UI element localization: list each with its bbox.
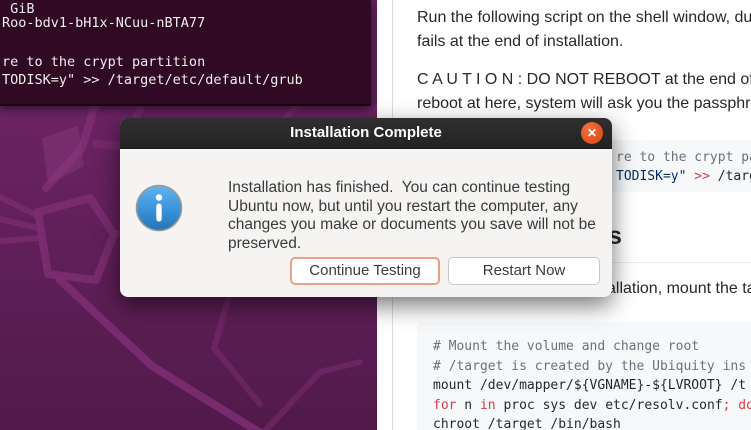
docs-paragraph-caution: C A U T I O N : DO NOT REBOOT at the end… <box>417 68 751 115</box>
dialog-message: Installation has finished. You can conti… <box>228 179 596 253</box>
paragraph-line: Run the following script on the shell wi… <box>417 6 751 30</box>
code-line: for n in proc sys dev etc/resolv.conf; d… <box>433 398 751 413</box>
installation-complete-dialog: Installation Complete ✕ Installation has… <box>120 118 612 297</box>
terminal-line: TODISK=y" >> /target/etc/default/grub <box>2 72 303 88</box>
code-line: chroot /target /bin/bash <box>433 417 621 430</box>
message-line: Installation has finished. You can conti… <box>228 179 596 198</box>
docs-paragraph-1: Run the following script on the shell wi… <box>417 6 751 53</box>
screen: GiB Roo-bdv1-bH1x-NCuu-nBTA77 re to the … <box>0 0 751 430</box>
restart-now-button[interactable]: Restart Now <box>448 257 600 285</box>
terminal-window: GiB Roo-bdv1-bH1x-NCuu-nBTA77 re to the … <box>0 0 371 106</box>
message-line: Ubuntu now, but until you restart the co… <box>228 198 596 217</box>
docs-paragraph-mount: allation, mount the ta <box>607 280 751 298</box>
message-line: changes you make or documents you save w… <box>228 216 596 235</box>
code-line: # Mount the volume and change root <box>433 339 699 354</box>
code-line: mount /dev/mapper/${VGNAME}-${LVROOT} /t <box>433 378 746 393</box>
close-icon[interactable]: ✕ <box>581 122 603 144</box>
code-block-chroot: # Mount the volume and change root # /ta… <box>417 322 751 430</box>
continue-testing-button[interactable]: Continue Testing <box>290 257 440 285</box>
dialog-title: Installation Complete <box>290 124 442 141</box>
paragraph-line: fails at the end of installation. <box>417 30 751 54</box>
code-line: re to the crypt pa <box>616 150 751 165</box>
code-line: TODISK=y" >> /targ <box>616 169 751 184</box>
dialog-titlebar[interactable]: Installation Complete ✕ <box>120 118 612 149</box>
paragraph-line: reboot at here, system will ask you the … <box>417 92 751 116</box>
paragraph-line: C A U T I O N : DO NOT REBOOT at the end… <box>417 68 751 92</box>
code-line: # /target is created by the Ubiquity ins <box>433 359 746 374</box>
info-icon <box>135 184 183 232</box>
message-line: preserved. <box>228 235 596 254</box>
terminal-line: Roo-bdv1-bH1x-NCuu-nBTA77 <box>2 15 205 31</box>
terminal-line: re to the crypt partition <box>2 54 205 70</box>
